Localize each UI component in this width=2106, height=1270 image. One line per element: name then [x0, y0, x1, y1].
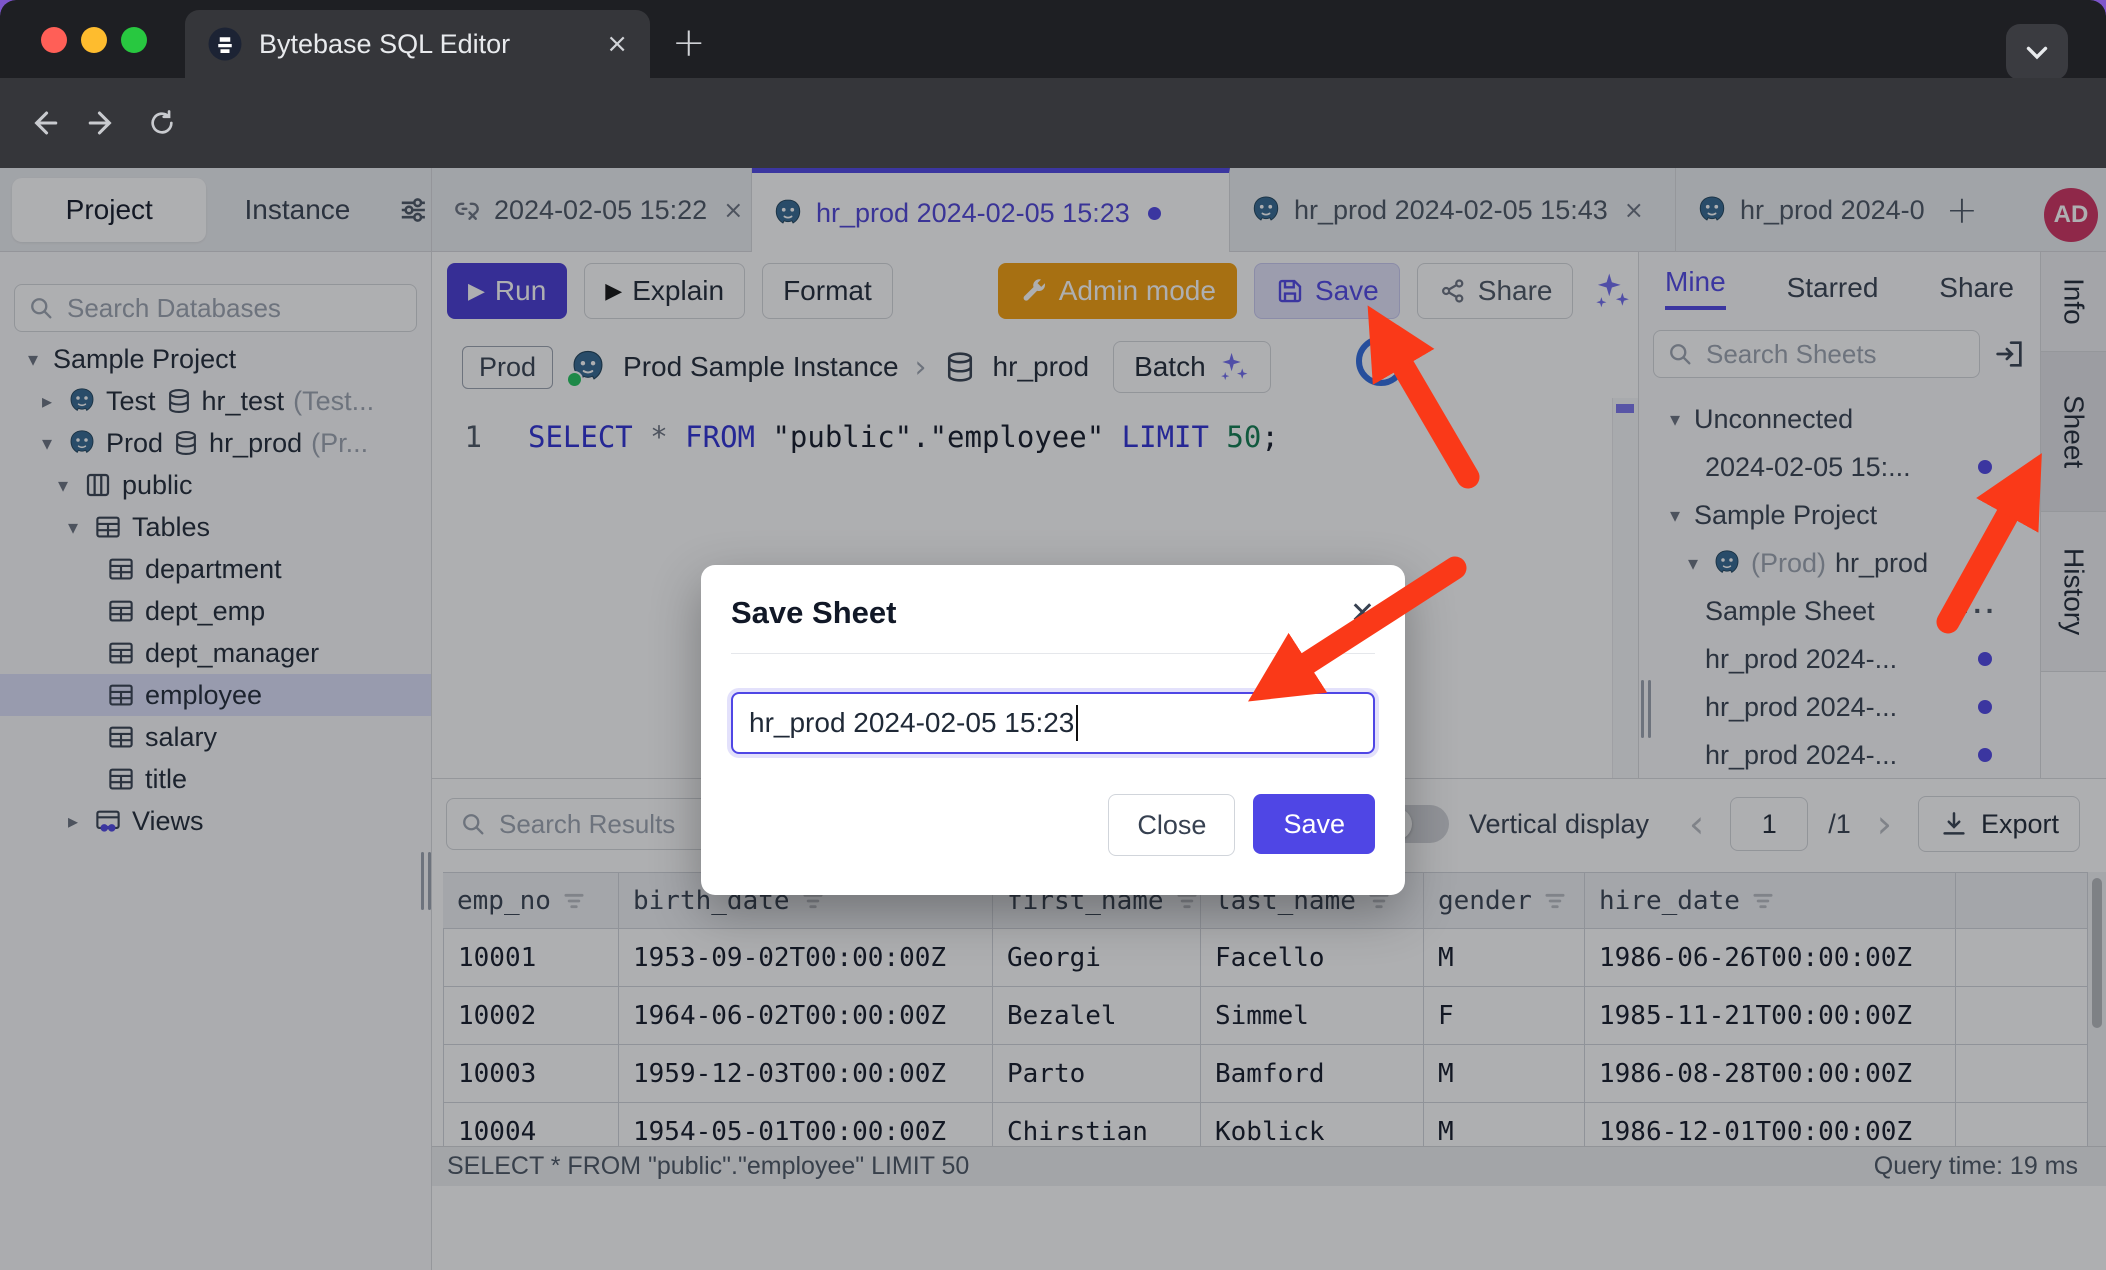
dialog-divider	[731, 653, 1375, 654]
save-sheet-dialog: Save Sheet ✕ hr_prod 2024-02-05 15:23 Cl…	[701, 565, 1405, 895]
browser-tab-strip: Bytebase SQL Editor × +	[0, 0, 2106, 78]
bytebase-app: Project Instance 2024-02-05 15:22 × hr_p…	[0, 168, 2106, 1270]
dialog-save-button[interactable]: Save	[1253, 794, 1375, 854]
dialog-buttons: Close Save	[731, 794, 1375, 856]
dialog-title: Save Sheet	[731, 595, 896, 631]
dialog-close-button[interactable]: Close	[1108, 794, 1235, 856]
dialog-header: Save Sheet ✕	[731, 595, 1375, 631]
text-cursor	[1076, 705, 1078, 741]
reload-icon[interactable]	[146, 107, 178, 139]
chevron-down-icon	[2020, 35, 2054, 69]
browser-toolbar: localhost:8080/sql-editor/prod-sample-in…	[0, 78, 2106, 168]
tab-close-icon[interactable]: ×	[606, 29, 628, 59]
sheet-name-input[interactable]: hr_prod 2024-02-05 15:23	[731, 692, 1375, 754]
close-icon[interactable]: ✕	[1350, 596, 1375, 631]
browser-tab-title: Bytebase SQL Editor	[259, 29, 590, 60]
window-close-button[interactable]	[41, 27, 67, 53]
tab-search-chevron-button[interactable]	[2006, 24, 2068, 80]
new-tab-button[interactable]: +	[672, 20, 706, 66]
forward-icon[interactable]	[86, 106, 120, 140]
browser-tab[interactable]: Bytebase SQL Editor ×	[185, 10, 650, 78]
sheet-name-value: hr_prod 2024-02-05 15:23	[749, 707, 1074, 739]
window-minimize-button[interactable]	[81, 27, 107, 53]
screenshot-root: Bytebase SQL Editor × + localhost:8080/s…	[0, 0, 2106, 1270]
window-zoom-button[interactable]	[121, 27, 147, 53]
back-icon[interactable]	[26, 106, 60, 140]
bytebase-favicon	[207, 26, 243, 62]
